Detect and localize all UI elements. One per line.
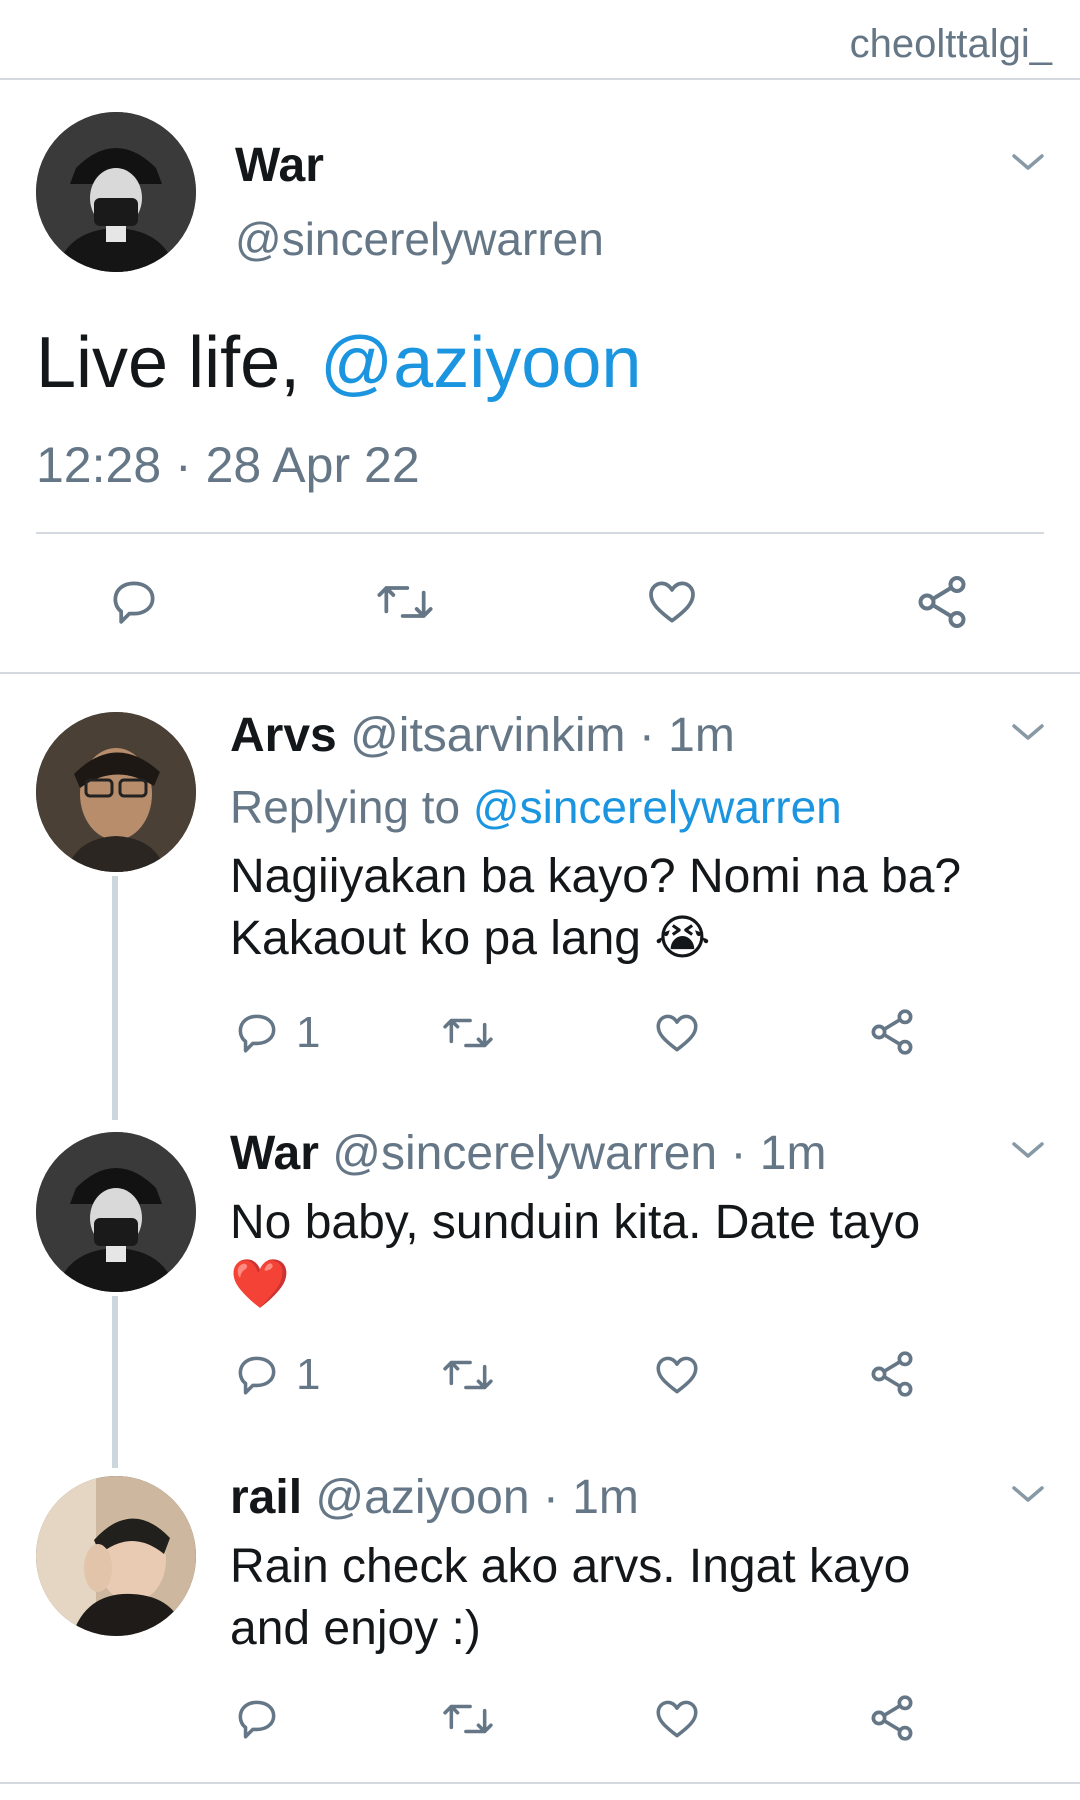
author-handle[interactable]: @sincerelywarren: [235, 212, 604, 266]
tweet-text: Live life, @aziyoon: [36, 322, 641, 404]
chevron-down-icon[interactable]: [1010, 720, 1046, 744]
mention-link[interactable]: @aziyoon: [320, 323, 641, 403]
reply-icon: [238, 1356, 276, 1395]
chevron-down-icon[interactable]: [1010, 1482, 1046, 1506]
share-button[interactable]: [866, 1348, 918, 1400]
reply-text-line: Kakaout ko pa lang 😭: [230, 912, 711, 965]
reply-count: 1: [296, 1350, 321, 1399]
reply-time: · 1m: [638, 709, 735, 762]
avatar[interactable]: [36, 1132, 196, 1292]
reply-author-handle[interactable]: @aziyoon: [315, 1471, 529, 1524]
reply-count: 1: [296, 1008, 321, 1057]
time-separator: ·: [161, 437, 206, 493]
like-icon: [649, 581, 695, 623]
share-icon: [871, 1009, 913, 1055]
avatar[interactable]: [36, 1476, 196, 1636]
reply-author-name[interactable]: rail: [230, 1471, 302, 1524]
reply-author-handle[interactable]: @itsarvinkim: [350, 709, 625, 762]
reply-time: · 1m: [542, 1471, 639, 1524]
thread-line: [112, 876, 118, 1120]
watermark: cheolttalgi_: [849, 22, 1052, 66]
like-icon: [656, 1014, 698, 1052]
reply-icon: [238, 1014, 276, 1053]
share-icon: [918, 576, 966, 628]
reply-icon: [113, 581, 155, 624]
chevron-down-icon[interactable]: [1010, 1138, 1046, 1162]
tweet-text-prefix: Live life,: [36, 323, 321, 403]
retweet-icon: [443, 1704, 493, 1734]
tweet-divider: [36, 532, 1044, 534]
replying-to-mention[interactable]: @sincerelywarren: [473, 781, 842, 833]
reply-text: No baby, sunduin kita. Date tayo ❤️: [230, 1192, 1030, 1316]
reply-text-line: ❤️: [230, 1258, 290, 1311]
avatar[interactable]: [36, 112, 196, 272]
share-button[interactable]: [866, 1692, 918, 1744]
tweet-date: 28 Apr 22: [205, 437, 420, 493]
retweet-button[interactable]: [374, 574, 436, 630]
like-button[interactable]: [652, 1008, 702, 1058]
reply-text-line: Nagiiyakan ba kayo? Nomi na ba?: [230, 850, 962, 903]
reply-author-name[interactable]: Arvs: [230, 709, 337, 762]
reply-button[interactable]: 1: [232, 1008, 320, 1058]
like-button[interactable]: [652, 1350, 702, 1400]
reply-time: · 1m: [730, 1127, 827, 1180]
reply-header: rail @aziyoon · 1m: [230, 1470, 639, 1525]
share-button[interactable]: [912, 572, 972, 632]
share-icon: [871, 1695, 913, 1741]
author-name[interactable]: War: [235, 138, 324, 193]
retweet-icon: [443, 1018, 493, 1048]
reply-button[interactable]: [106, 574, 162, 630]
like-button[interactable]: [652, 1694, 702, 1744]
chevron-down-icon[interactable]: [1010, 150, 1046, 174]
like-icon: [656, 1700, 698, 1738]
reply-header: Arvs @itsarvinkim · 1m: [230, 708, 735, 763]
reply-author-name[interactable]: War: [230, 1127, 319, 1180]
like-button[interactable]: [644, 574, 700, 630]
tweet-timestamp: 12:28 · 28 Apr 22: [36, 436, 420, 494]
tweet-time: 12:28: [36, 437, 162, 493]
reply-text: Nagiiyakan ba kayo? Nomi na ba? Kakaout …: [230, 846, 1030, 970]
like-icon: [656, 1356, 698, 1394]
retweet-icon: [377, 586, 433, 618]
replying-to-label: Replying to: [230, 781, 473, 833]
retweet-button[interactable]: [440, 1694, 496, 1744]
retweet-button[interactable]: [440, 1008, 496, 1058]
reply-text-line: No baby, sunduin kita. Date tayo: [230, 1196, 921, 1249]
reply-button[interactable]: 1: [232, 1350, 320, 1400]
top-divider: [0, 78, 1080, 80]
replying-to: Replying to @sincerelywarren: [230, 780, 842, 834]
reply-text-line: Rain check ako arvs. Ingat kayo: [230, 1540, 911, 1593]
retweet-button[interactable]: [440, 1350, 496, 1400]
reply-text-line: and enjoy :): [230, 1602, 481, 1655]
avatar[interactable]: [36, 712, 196, 872]
section-divider: [0, 672, 1080, 674]
share-icon: [871, 1351, 913, 1397]
reply-icon: [238, 1700, 276, 1739]
reply-author-handle[interactable]: @sincerelywarren: [332, 1127, 717, 1180]
reply-text: Rain check ako arvs. Ingat kayo and enjo…: [230, 1536, 1030, 1660]
reply-button[interactable]: [232, 1694, 296, 1744]
share-button[interactable]: [866, 1006, 918, 1058]
bottom-divider: [0, 1782, 1080, 1784]
thread-line: [112, 1296, 118, 1468]
retweet-icon: [443, 1360, 493, 1390]
reply-header: War @sincerelywarren · 1m: [230, 1126, 826, 1181]
